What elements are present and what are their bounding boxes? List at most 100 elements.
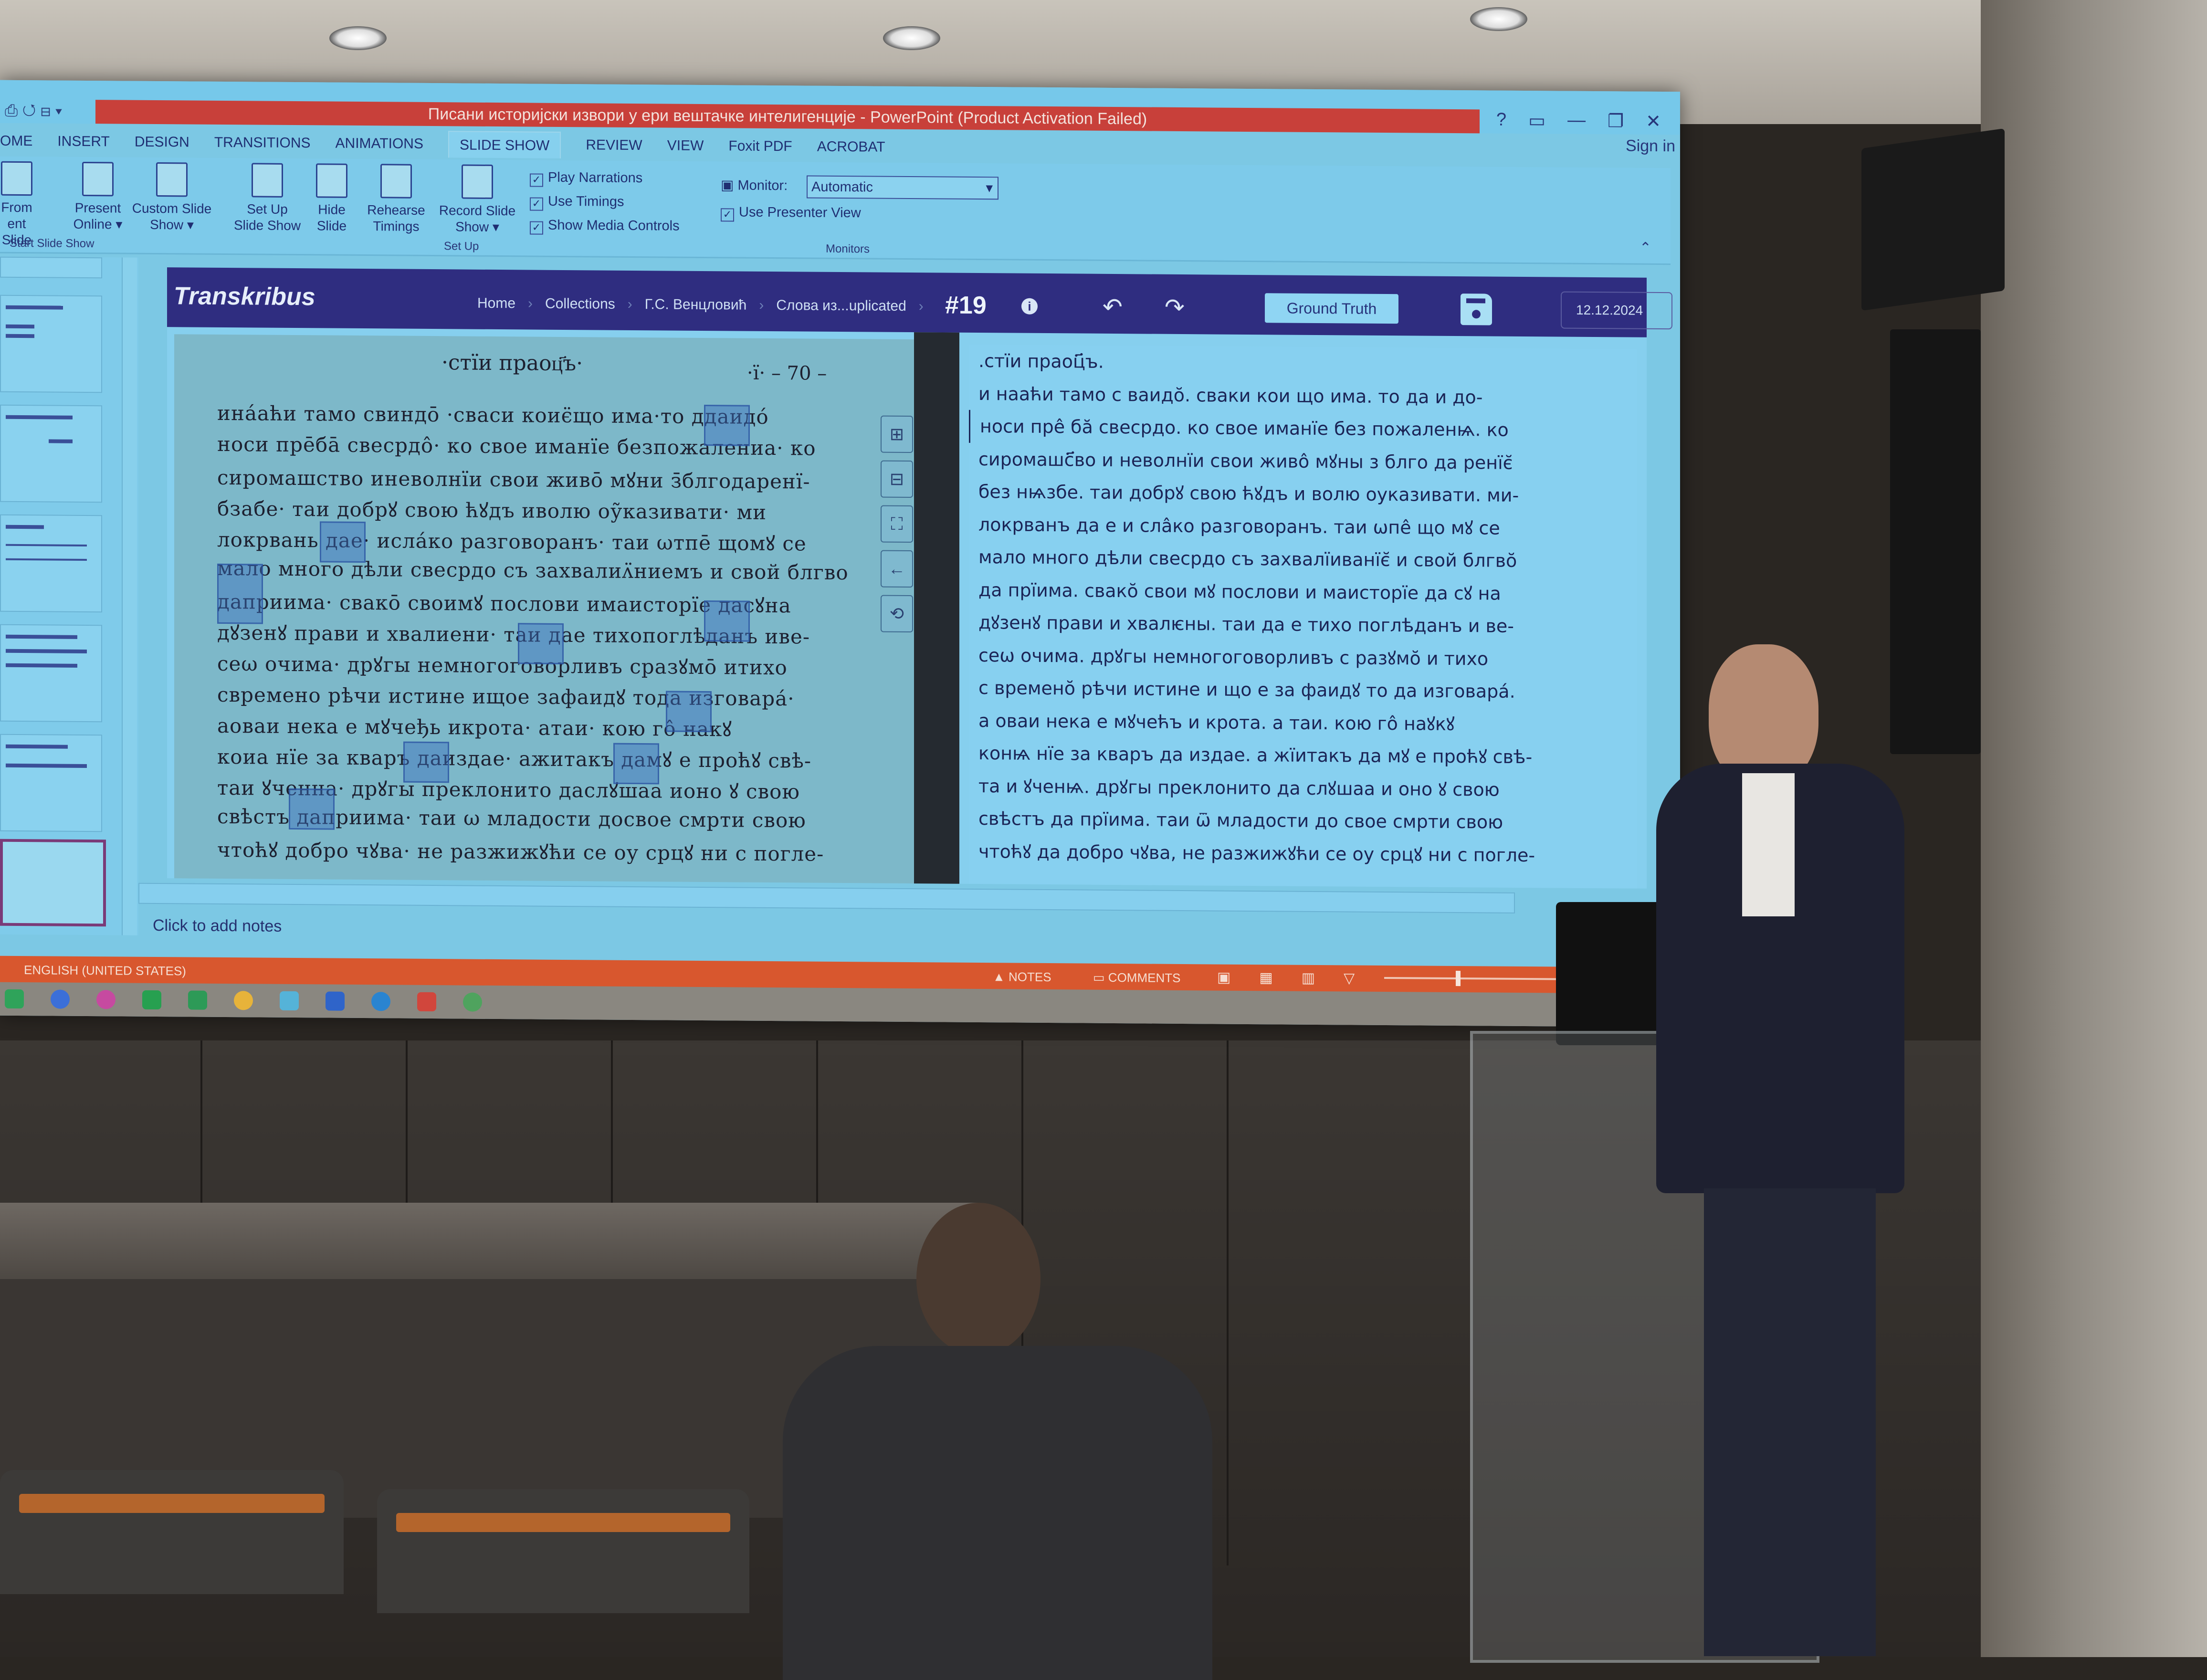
tab-animations[interactable]: ANIMATIONS bbox=[336, 130, 423, 158]
slide-thumbnail[interactable] bbox=[0, 624, 102, 723]
info-icon[interactable]: i bbox=[1021, 298, 1038, 315]
notes-placeholder[interactable]: Click to add notes bbox=[153, 916, 282, 936]
chrome-taskbar-icon[interactable] bbox=[234, 991, 253, 1010]
panel-divider[interactable] bbox=[914, 332, 959, 884]
save-icon[interactable] bbox=[1461, 294, 1492, 326]
tab-transitions[interactable]: TRANSITIONS bbox=[214, 129, 311, 157]
word-highlight-box[interactable] bbox=[403, 741, 449, 783]
explorer-taskbar-icon[interactable] bbox=[280, 991, 299, 1011]
transcription-line[interactable]: конѩ нїе за кваръ да издае. а жїитакъ да… bbox=[969, 737, 1637, 774]
zoom-out-icon[interactable]: ⊟ bbox=[881, 460, 913, 498]
excel-taskbar-icon[interactable] bbox=[5, 989, 24, 1009]
powerpoint-taskbar-icon[interactable] bbox=[417, 992, 436, 1012]
transcription-line[interactable]: .стїи праоц҃ъ. bbox=[969, 345, 1637, 382]
arrow-left-icon[interactable]: ← bbox=[881, 550, 913, 588]
word-highlight-box[interactable] bbox=[613, 743, 659, 785]
transcription-line[interactable]: а оваи нека е мꙋчећъ и крота. а таи. кою… bbox=[969, 704, 1637, 741]
ribbon-display-options-icon[interactable]: ▭ bbox=[1528, 110, 1545, 131]
record-slide-show-button[interactable]: Record Slide Show ▾ bbox=[432, 164, 523, 235]
tab-insert[interactable]: INSERT bbox=[57, 128, 109, 156]
rotate-icon[interactable]: ⟲ bbox=[881, 595, 913, 633]
breadcrumb-document[interactable]: Слова из...uplicated bbox=[776, 297, 906, 315]
app-taskbar-icon[interactable] bbox=[96, 990, 116, 1009]
app-taskbar-icon[interactable] bbox=[188, 990, 207, 1010]
collapse-ribbon-icon[interactable]: ⌃ bbox=[1639, 240, 1651, 256]
breadcrumb-collections[interactable]: Collections bbox=[545, 296, 615, 313]
word-highlight-box[interactable] bbox=[704, 405, 750, 446]
slide-thumbnail[interactable] bbox=[0, 734, 102, 832]
tab-home[interactable]: OME bbox=[0, 128, 32, 155]
restore-icon[interactable]: ❐ bbox=[1608, 110, 1624, 132]
version-date[interactable]: 12.12.2024 bbox=[1561, 291, 1672, 330]
zoom-in-icon[interactable]: ⊞ bbox=[881, 415, 913, 453]
transcription-line[interactable]: сиромашс҃во и неволнїи свои живо̂ мꙋны з… bbox=[969, 442, 1637, 480]
rehearse-timings-button[interactable]: Rehearse Timings bbox=[363, 164, 430, 235]
fit-to-screen-icon[interactable]: ⛶ bbox=[881, 505, 913, 543]
redo-icon[interactable]: ↷ bbox=[1165, 294, 1185, 321]
close-icon[interactable]: ✕ bbox=[1646, 111, 1661, 132]
slide-thumbnail[interactable] bbox=[0, 404, 102, 503]
reading-view-icon[interactable]: ▥ bbox=[1302, 970, 1315, 987]
use-presenter-view-checkbox[interactable]: ✓ Use Presenter View bbox=[721, 204, 861, 222]
play-narrations-checkbox[interactable]: ✓ Play Narrations bbox=[530, 169, 642, 188]
breadcrumb-home[interactable]: Home bbox=[477, 295, 515, 312]
word-highlight-box[interactable] bbox=[289, 788, 335, 830]
chrome-taskbar-icon[interactable] bbox=[463, 992, 482, 1012]
transcription-line[interactable]: без нѩзбе. таи добрꙋ свою ћꙋдъ и волю оу… bbox=[969, 475, 1637, 513]
monitor-select[interactable]: Automatic ▾ bbox=[807, 175, 998, 200]
sign-in-link[interactable]: Sign in bbox=[1626, 136, 1675, 156]
app-taskbar-icon[interactable] bbox=[51, 989, 70, 1009]
transcription-line-current[interactable]: носи пре̂ бӑ свесрдо. ко свое иманїе без… bbox=[969, 410, 1637, 448]
custom-slide-show-button[interactable]: Custom Slide Show ▾ bbox=[129, 162, 215, 233]
from-current-slide-button[interactable]: From ent Slide bbox=[0, 161, 33, 248]
edge-taskbar-icon[interactable] bbox=[371, 992, 390, 1011]
tab-design[interactable]: DESIGN bbox=[135, 129, 189, 156]
manuscript-image[interactable]: ·стїи праоц҃ъ· ·ї· – 70 – ина́аћи тамо с… bbox=[174, 334, 914, 884]
quick-access-toolbar[interactable]: ⎙ ↺ ⊟ ▾ bbox=[5, 102, 62, 121]
transcription-line[interactable]: дꙋзенꙋ прави и хвалѥны. таи да е тихо по… bbox=[969, 606, 1637, 643]
transcription-line[interactable]: свѣстъ да прїима. таи ѿ младости до свое… bbox=[969, 802, 1637, 840]
app-taskbar-icon[interactable] bbox=[142, 990, 161, 1010]
slide-sorter-icon[interactable]: ▦ bbox=[1259, 969, 1272, 986]
transcription-line[interactable]: с времено̆ рѣчи истине и що е за фаидꙋ т… bbox=[969, 672, 1637, 709]
set-up-slide-show-button[interactable]: Set Up Slide Show bbox=[229, 163, 305, 234]
present-online-button[interactable]: Present Online ▾ bbox=[67, 161, 129, 233]
slide-thumbnail-selected[interactable] bbox=[0, 839, 106, 927]
tab-view[interactable]: VIEW bbox=[667, 132, 704, 159]
hide-slide-button[interactable]: Hide Slide bbox=[310, 163, 353, 234]
show-media-controls-checkbox[interactable]: ✓ Show Media Controls bbox=[530, 217, 680, 235]
slideshow-view-icon[interactable]: ▽ bbox=[1344, 970, 1355, 987]
transkribus-logo[interactable]: Transkribus bbox=[174, 282, 315, 311]
transcription-editor[interactable]: .стїи праоц҃ъ. и нааћи тамо с ваидо̆. св… bbox=[969, 344, 1637, 889]
language-indicator[interactable]: ENGLISH (UNITED STATES) bbox=[24, 963, 186, 978]
zoom-slider-knob[interactable] bbox=[1456, 971, 1461, 987]
minimize-icon[interactable]: — bbox=[1567, 110, 1586, 132]
transcription-line[interactable]: чтоћꙋ да добро чꙋва, не разжижꙋћи се оу … bbox=[969, 835, 1637, 872]
thumbnail-scrollbar[interactable] bbox=[122, 257, 137, 935]
word-highlight-box[interactable] bbox=[320, 521, 366, 563]
word-highlight-box[interactable] bbox=[704, 600, 750, 642]
transcription-line[interactable]: да прїима. свако̆ свои мꙋ послови и маис… bbox=[969, 573, 1637, 610]
tab-foxit-pdf[interactable]: Foxit PDF bbox=[728, 133, 792, 160]
transcription-line[interactable]: и нааћи тамо с ваидо̆. сваки кои що има.… bbox=[969, 377, 1637, 414]
transcription-line[interactable]: локрванъ да е и сла̂ко разговоранъ. таи … bbox=[969, 508, 1637, 545]
normal-view-icon[interactable]: ▣ bbox=[1217, 969, 1230, 986]
tab-acrobat[interactable]: ACROBAT bbox=[817, 134, 885, 161]
tab-slide-show[interactable]: SLIDE SHOW bbox=[448, 131, 561, 158]
slide-thumbnail[interactable] bbox=[0, 294, 102, 393]
word-highlight-box[interactable] bbox=[518, 623, 564, 664]
word-highlight-box[interactable] bbox=[666, 691, 712, 733]
breadcrumb-collection[interactable]: Г.С. Венцловић bbox=[645, 296, 747, 313]
horizontal-scrollbar[interactable] bbox=[138, 882, 1515, 914]
zoom-slider[interactable] bbox=[1384, 971, 1556, 987]
app-taskbar-icon[interactable] bbox=[326, 991, 345, 1011]
notes-toggle[interactable]: ▲ NOTES bbox=[993, 969, 1051, 985]
help-icon[interactable]: ? bbox=[1496, 110, 1506, 131]
comments-toggle[interactable]: ▭ COMMENTS bbox=[1093, 970, 1180, 986]
transcription-line[interactable]: мало много дѣли свесрдо съ захвалїиванїє… bbox=[969, 541, 1637, 578]
transcription-line[interactable]: сеѡ очима. дрꙋгы немногоговорливъ с разꙋ… bbox=[969, 639, 1637, 676]
undo-icon[interactable]: ↶ bbox=[1103, 293, 1123, 321]
slide-thumbnail[interactable] bbox=[0, 514, 102, 613]
transcription-line[interactable]: та и ꙋченѩ. дрꙋгы преклонито да слꙋшаа и… bbox=[969, 769, 1637, 807]
ground-truth-button[interactable]: Ground Truth bbox=[1265, 293, 1398, 324]
